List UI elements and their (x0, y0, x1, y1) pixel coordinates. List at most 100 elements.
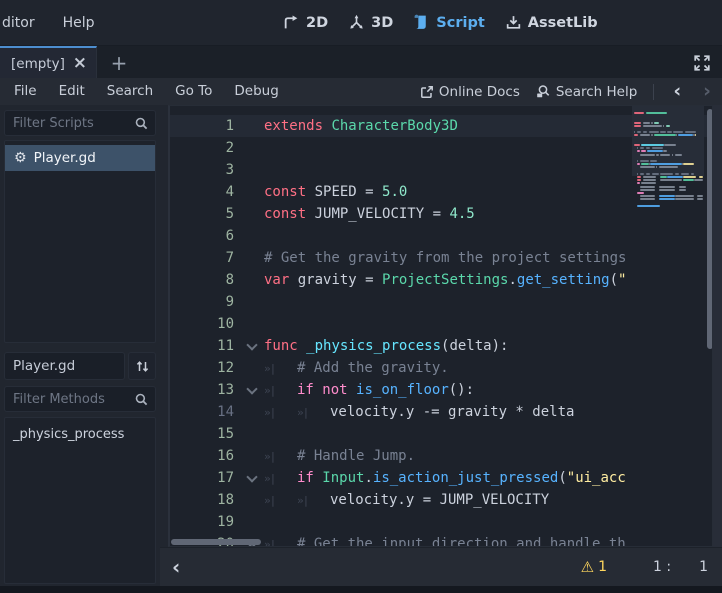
search-icon (135, 117, 148, 130)
mode-3d-button[interactable]: 3D (348, 14, 393, 31)
tab-indent-icon: »| (264, 402, 297, 424)
mode-2d-button[interactable]: 2D (283, 14, 328, 31)
code-line[interactable]: 13 »|if not is_on_floor(): (170, 379, 632, 401)
code-line[interactable]: 17 »|if Input.is_action_just_pressed("ui_… (170, 467, 632, 489)
fold-icon[interactable] (246, 473, 258, 483)
line-number[interactable]: 5 (170, 203, 234, 225)
line-number[interactable]: 4 (170, 181, 234, 203)
script-menu-bar: FileEditSearchGo ToDebug Online Docs Sea… (0, 78, 722, 105)
menu-search[interactable]: Search (96, 78, 164, 105)
code-line[interactable]: 15 (170, 423, 632, 445)
code-line[interactable]: 3 (170, 159, 632, 181)
mode-assetlib-button[interactable]: AssetLib (505, 14, 598, 31)
code-line[interactable]: 2 (170, 137, 632, 159)
line-number[interactable]: 17 (170, 467, 234, 489)
mode-script-button[interactable]: Script (413, 14, 484, 31)
line-number[interactable]: 14 (170, 401, 234, 423)
online-docs-button[interactable]: Online Docs (420, 84, 520, 100)
code-line[interactable]: 19 (170, 511, 632, 533)
code-text: »|# Add the gravity. (264, 357, 449, 380)
2d-icon (283, 14, 300, 31)
methods-list: _physics_process (4, 417, 156, 584)
filter-scripts-input[interactable] (5, 116, 135, 131)
code-text: »|if not is_on_floor(): (264, 379, 474, 402)
code-line[interactable]: 5const JUMP_VELOCITY = 4.5 (170, 203, 632, 225)
line-number[interactable]: 15 (170, 423, 234, 445)
scripts-list: ⚙ Player.gd (4, 140, 156, 343)
code-line[interactable]: 16»|# Handle Jump. (170, 445, 632, 467)
code-line[interactable]: 9 (170, 291, 632, 313)
distraction-free-icon[interactable] (688, 46, 716, 79)
code-line[interactable]: 10 (170, 313, 632, 335)
warning-icon[interactable]: ⚠ (581, 560, 594, 575)
add-tab-button[interactable]: + (106, 46, 132, 79)
search-help-button[interactable]: Search Help (536, 84, 637, 100)
menu-file[interactable]: File (3, 78, 48, 105)
minimap[interactable] (632, 106, 704, 210)
horizontal-scrollbar[interactable] (171, 539, 261, 545)
code-text: # Get the gravity from the project setti… (264, 247, 626, 269)
line-number[interactable]: 1 (170, 115, 234, 137)
assetlib-icon (505, 14, 522, 31)
code-line[interactable]: 6 (170, 225, 632, 247)
code-line[interactable]: 8var gravity = ProjectSettings.get_setti… (170, 269, 632, 291)
history-back-button[interactable]: ‹ (670, 82, 684, 101)
filter-methods-input[interactable] (5, 392, 135, 407)
code-line[interactable]: 4const SPEED = 5.0 (170, 181, 632, 203)
line-number[interactable]: 8 (170, 269, 234, 291)
mode-label: 3D (371, 15, 393, 31)
cursor-line: 1 : (653, 559, 671, 575)
code-line[interactable]: 11 func _physics_process(delta): (170, 335, 632, 357)
code-text: func _physics_process(delta): (264, 335, 508, 357)
collapse-panel-icon[interactable]: ‹ (172, 557, 180, 577)
window-edge (0, 586, 722, 593)
tab-indent-icon: »| (264, 468, 297, 490)
line-number[interactable]: 7 (170, 247, 234, 269)
script-name: Player.gd (34, 150, 96, 166)
fold-icon[interactable] (246, 341, 258, 351)
top-menu-bar: ditorHelp 2D 3D Script AssetLib (0, 0, 722, 45)
line-number[interactable]: 11 (170, 335, 234, 357)
line-number[interactable]: 19 (170, 511, 234, 533)
line-number[interactable]: 2 (170, 137, 234, 159)
code-line[interactable]: 12 »|# Add the gravity. (170, 357, 632, 379)
gdscript-icon: ⚙ (14, 151, 27, 165)
panel-edge (713, 105, 722, 547)
line-number[interactable]: 16 (170, 445, 234, 467)
filter-methods-field (4, 386, 156, 412)
current-script-input[interactable] (5, 353, 124, 379)
line-number[interactable]: 6 (170, 225, 234, 247)
line-number[interactable]: 12 (170, 357, 234, 379)
line-number[interactable]: 3 (170, 159, 234, 181)
code-text: »|if Input.is_action_just_pressed("ui_ac… (264, 467, 626, 490)
close-icon[interactable]: × (73, 55, 87, 72)
code-line[interactable]: 7 # Get the gravity from the project sett… (170, 247, 632, 269)
code-editor[interactable]: 1extends CharacterBody3D234const SPEED =… (168, 105, 713, 547)
script-list-item[interactable]: ⚙ Player.gd (5, 145, 155, 171)
code-lines[interactable]: 1extends CharacterBody3D234const SPEED =… (170, 106, 632, 547)
warning-count[interactable]: 1 (598, 559, 607, 575)
sort-methods-button[interactable] (128, 352, 156, 380)
tab-indent-icon: »| (264, 534, 297, 547)
scripts-panel: ⚙ Player.gd _physics_process (0, 105, 160, 586)
line-number[interactable]: 13 (170, 379, 234, 401)
menu-go-to[interactable]: Go To (164, 78, 223, 105)
history-forward-button[interactable]: › (700, 82, 714, 101)
menu-debug[interactable]: Debug (223, 78, 289, 105)
menu-edit[interactable]: Edit (48, 78, 96, 105)
line-number[interactable]: 9 (170, 291, 234, 313)
mode-label: 2D (306, 15, 328, 31)
script-icon (413, 14, 430, 31)
tab-indent-icon: »| (264, 380, 297, 402)
script-tab[interactable]: [empty] × (0, 46, 97, 79)
code-line[interactable]: 14»|»|velocity.y -= gravity * delta (170, 401, 632, 423)
fold-icon[interactable] (246, 385, 258, 395)
menu-help[interactable]: Help (51, 11, 107, 35)
menu-editor[interactable]: ditor (0, 11, 47, 35)
method-list-item[interactable]: _physics_process (5, 424, 155, 445)
code-line[interactable]: 1extends CharacterBody3D (170, 115, 632, 137)
line-number[interactable]: 18 (170, 489, 234, 511)
code-line[interactable]: 18»|»|velocity.y = JUMP_VELOCITY (170, 489, 632, 511)
line-number[interactable]: 10 (170, 313, 234, 335)
divider (653, 84, 654, 100)
